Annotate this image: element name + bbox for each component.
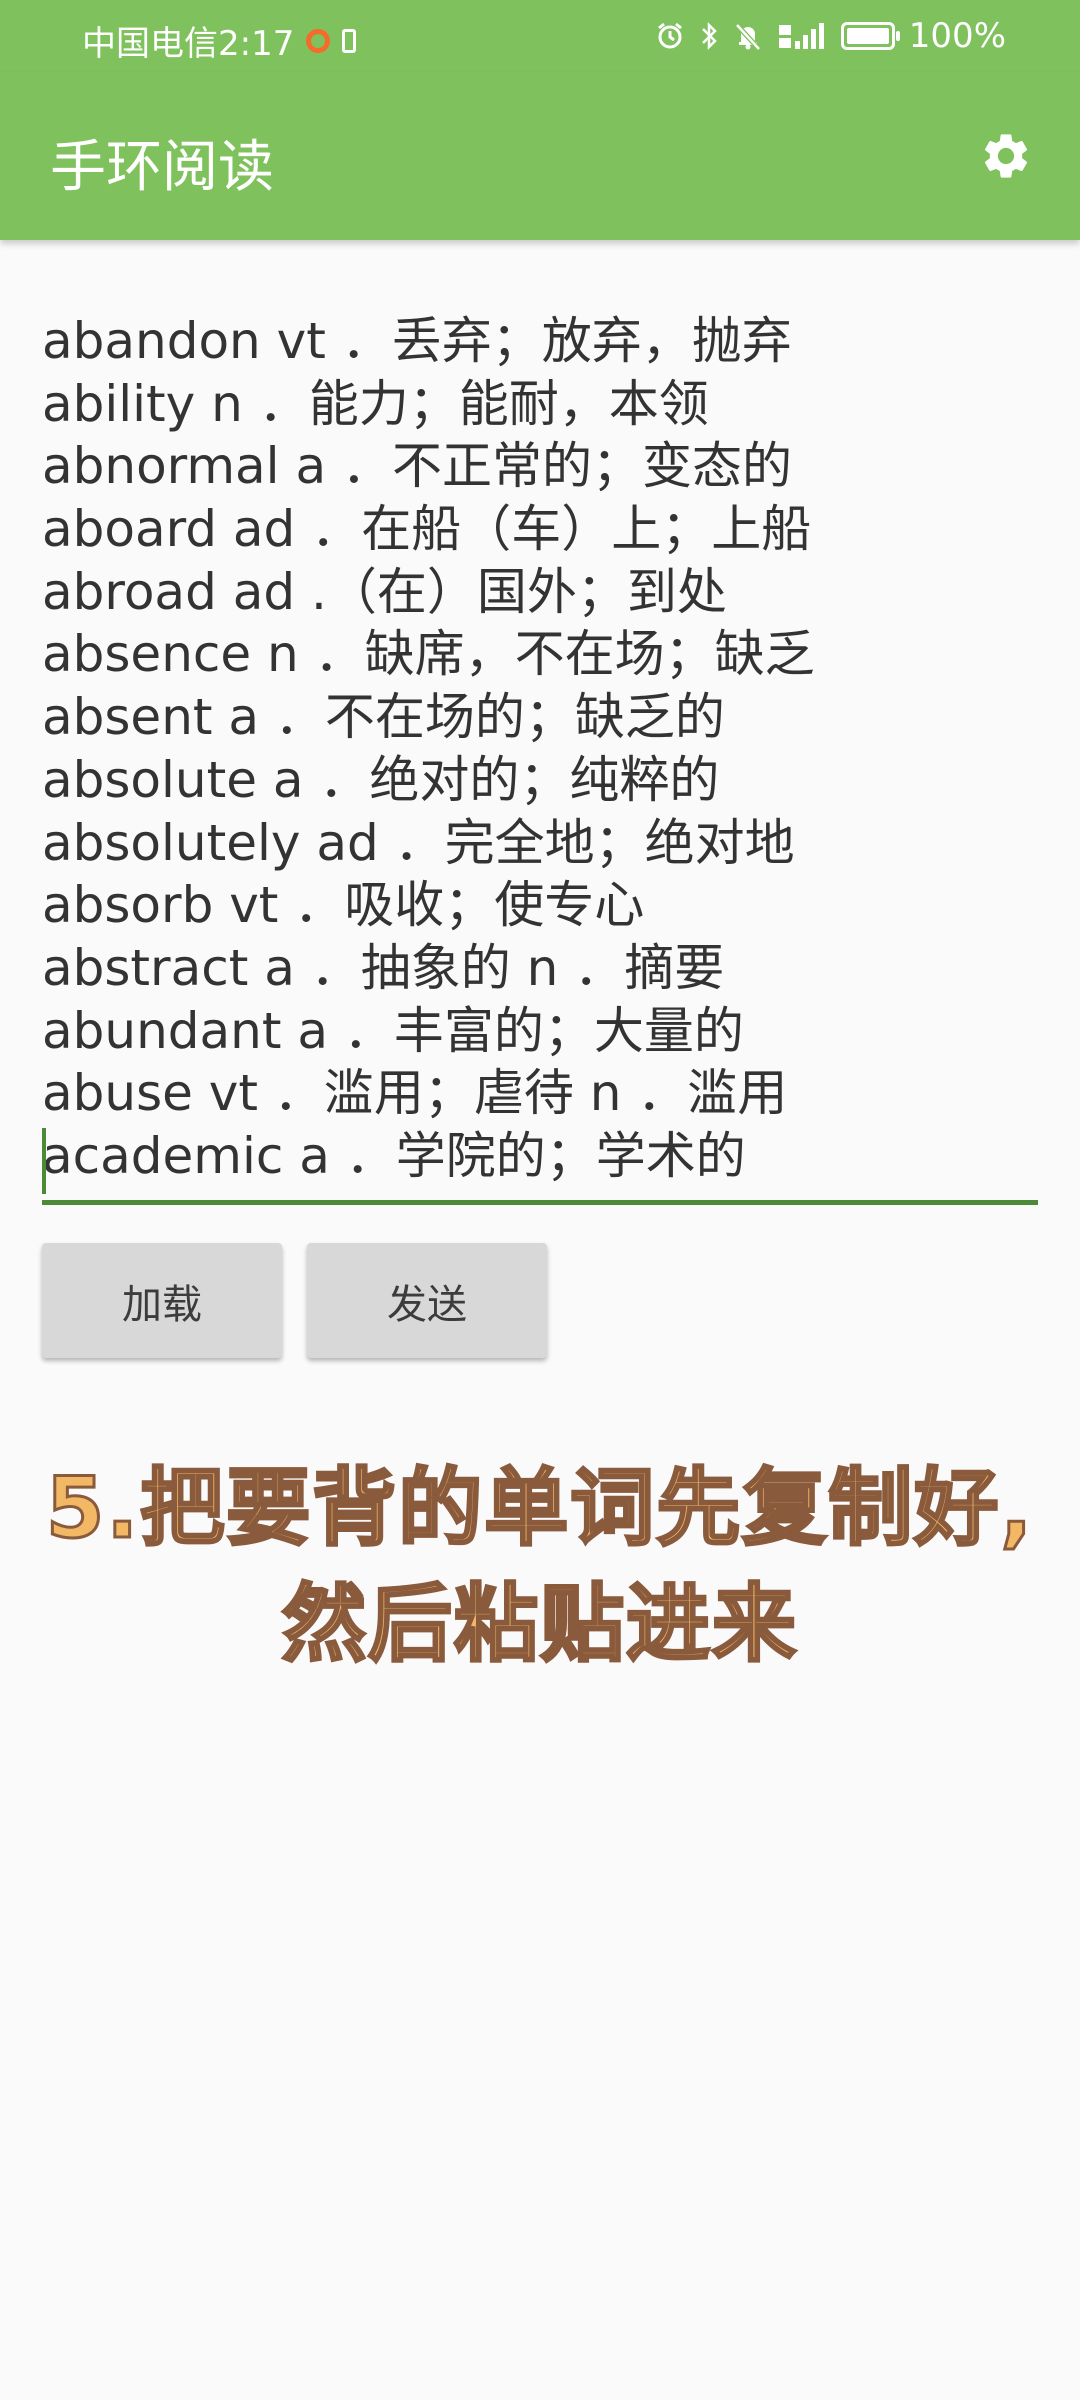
settings-button[interactable]: [974, 124, 1038, 188]
mute-bell-icon: [733, 21, 763, 51]
battery-percentage: 100%: [908, 16, 1006, 56]
word-list-lines: abandon vt ．丢弃；放弃，抛弃 ability n ．能力；能耐，本领…: [42, 310, 1038, 1188]
word-line: absence n ．缺席，不在场；缺乏: [42, 625, 815, 684]
status-left: 中国电信2:17: [82, 16, 357, 65]
gear-icon: [984, 134, 1028, 178]
word-line: abroad ad .（在）国外；到处: [42, 562, 727, 621]
word-line: absolute a ．绝对的；纯粹的: [42, 750, 720, 809]
battery-icon: [840, 22, 900, 50]
word-line: abuse vt ．滥用；虐待 n ．滥用: [42, 1064, 788, 1123]
tutorial-caption: 5.把要背的单词先复制好, 然后粘贴进来: [0, 1450, 1080, 1682]
status-bar: 中国电信2:17 100%: [0, 0, 1080, 72]
caption-line-2: 然后粘贴进来: [280, 1574, 798, 1675]
word-line: absorb vt ．吸收；使专心: [42, 876, 645, 935]
word-line: academic a ．学院的；学术的: [42, 1126, 746, 1185]
load-button[interactable]: 加载: [42, 1243, 282, 1358]
app-bar: 手环阅读: [0, 72, 1080, 240]
word-line: abstract a ．抽象的 n ．摘要: [42, 938, 725, 997]
alarm-icon: [655, 21, 685, 51]
caption-line-1: 5.把要背的单词先复制好,: [44, 1458, 1035, 1559]
bluetooth-icon: [699, 21, 719, 51]
status-right: 100%: [655, 16, 1006, 56]
carrier-time: 中国电信2:17: [82, 24, 295, 64]
word-line: ability n ．能力；能耐，本领: [42, 374, 709, 433]
ring-icon: [306, 28, 331, 53]
battery-level-fill: [846, 28, 889, 44]
word-line: absolutely ad ．完全地；绝对地: [42, 813, 795, 872]
word-line: abandon vt ．丢弃；放弃，抛弃: [42, 312, 792, 370]
word-line: abundant a ．丰富的；大量的: [42, 1001, 744, 1060]
word-line: absent a ．不在场的；缺乏的: [42, 688, 725, 747]
word-line: aboard ad ．在船（车）上；上船: [42, 500, 812, 559]
word-line: abnormal a ．不正常的；变态的: [42, 437, 792, 496]
signal-icon: [777, 21, 827, 51]
send-button[interactable]: 发送: [307, 1243, 547, 1358]
watch-icon: [342, 28, 357, 53]
app-title: 手环阅读: [50, 135, 274, 200]
word-list-input[interactable]: abandon vt ．丢弃；放弃，抛弃 ability n ．能力；能耐，本领…: [42, 300, 1038, 1205]
text-cursor: [42, 1128, 46, 1194]
